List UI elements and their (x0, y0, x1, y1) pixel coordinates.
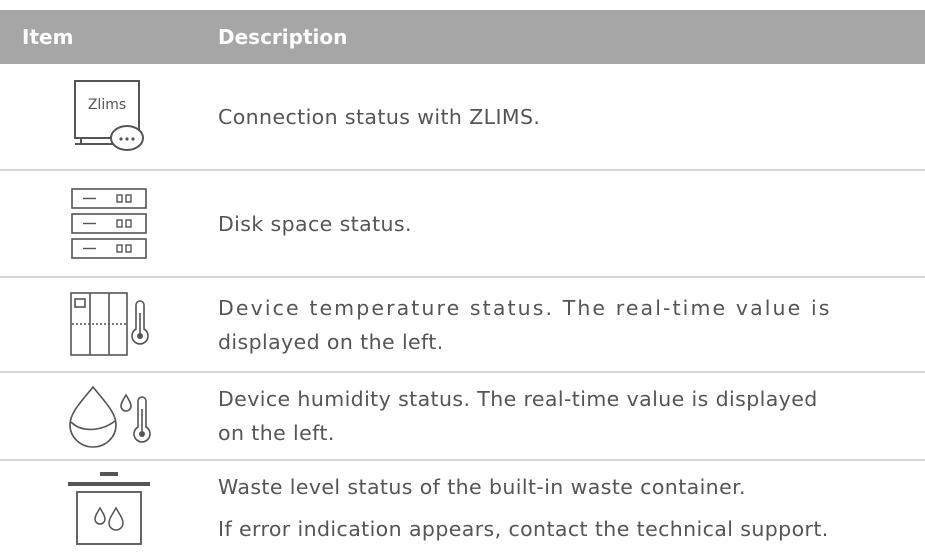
disk-space-icon (71, 187, 147, 259)
device-temperature-icon (70, 291, 149, 356)
description-line: on the left. (218, 421, 335, 445)
status-icon-table: Item Description Zlims Connection status… (0, 10, 925, 555)
table-row: Disk space status. (0, 171, 925, 278)
description-line: Connection status with ZLIMS. (218, 104, 541, 129)
row-description: Disk space status. (218, 207, 925, 241)
description-line: Device humidity status. The real-time va… (218, 387, 818, 411)
icon-cell (0, 470, 218, 546)
icon-cell (0, 187, 218, 261)
table-row: Device temperature status. The real-time… (0, 278, 925, 373)
description-line: Waste level status of the built-in waste… (218, 475, 746, 499)
row-description: Device humidity status. The real-time va… (218, 382, 925, 450)
header-description: Description (218, 25, 348, 49)
table-row: Device humidity status. The real-time va… (0, 373, 925, 461)
icon-cell (0, 291, 218, 359)
icon-cell (0, 381, 218, 451)
description-line: Device temperature status. The real-time… (218, 295, 832, 320)
row-description: Waste level status of the built-in waste… (218, 466, 925, 550)
row-description: Device temperature status. The real-time… (218, 291, 925, 359)
description-line: Disk space status. (218, 211, 412, 236)
icon-cell: Zlims (0, 77, 218, 157)
description-line: If error indication appears, contact the… (218, 517, 829, 541)
table-row: Zlims Connection status with ZLIMS. (0, 64, 925, 171)
row-description: Connection status with ZLIMS. (218, 100, 925, 134)
zlims-icon-label: Zlims (88, 97, 126, 113)
description-line: displayed on the left. (218, 329, 444, 354)
device-humidity-icon (69, 385, 151, 448)
zlims-connection-icon: Zlims (74, 79, 144, 151)
waste-container-icon (68, 472, 150, 545)
table-row: Waste level status of the built-in waste… (0, 461, 925, 555)
table-header: Item Description (0, 10, 925, 64)
header-item: Item (22, 25, 74, 49)
